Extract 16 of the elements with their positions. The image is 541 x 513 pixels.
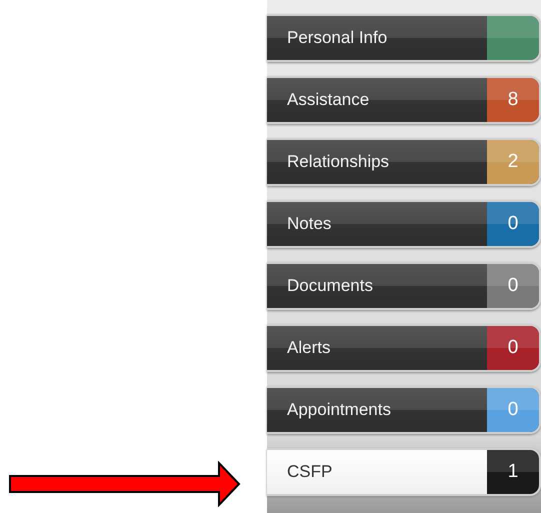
count-badge: 0 — [487, 264, 539, 308]
tab[interactable]: Documents 0 — [267, 262, 541, 310]
tab[interactable]: CSFP 1 — [267, 448, 541, 496]
count-badge: 8 — [487, 78, 539, 122]
arrow-icon — [9, 461, 240, 507]
tab[interactable]: Relationships 2 — [267, 138, 541, 186]
tab[interactable]: Personal Info — [267, 14, 541, 62]
tab[interactable]: Notes 0 — [267, 200, 541, 248]
tab[interactable]: Appointments 0 — [267, 386, 541, 434]
count-badge: 0 — [487, 326, 539, 370]
tab[interactable]: Alerts 0 — [267, 324, 541, 372]
count-badge: 0 — [487, 202, 539, 246]
count-badge: 2 — [487, 140, 539, 184]
count-badge: 1 — [487, 450, 539, 494]
tab[interactable]: Assistance 8 — [267, 76, 541, 124]
count-badge: 0 — [487, 388, 539, 432]
